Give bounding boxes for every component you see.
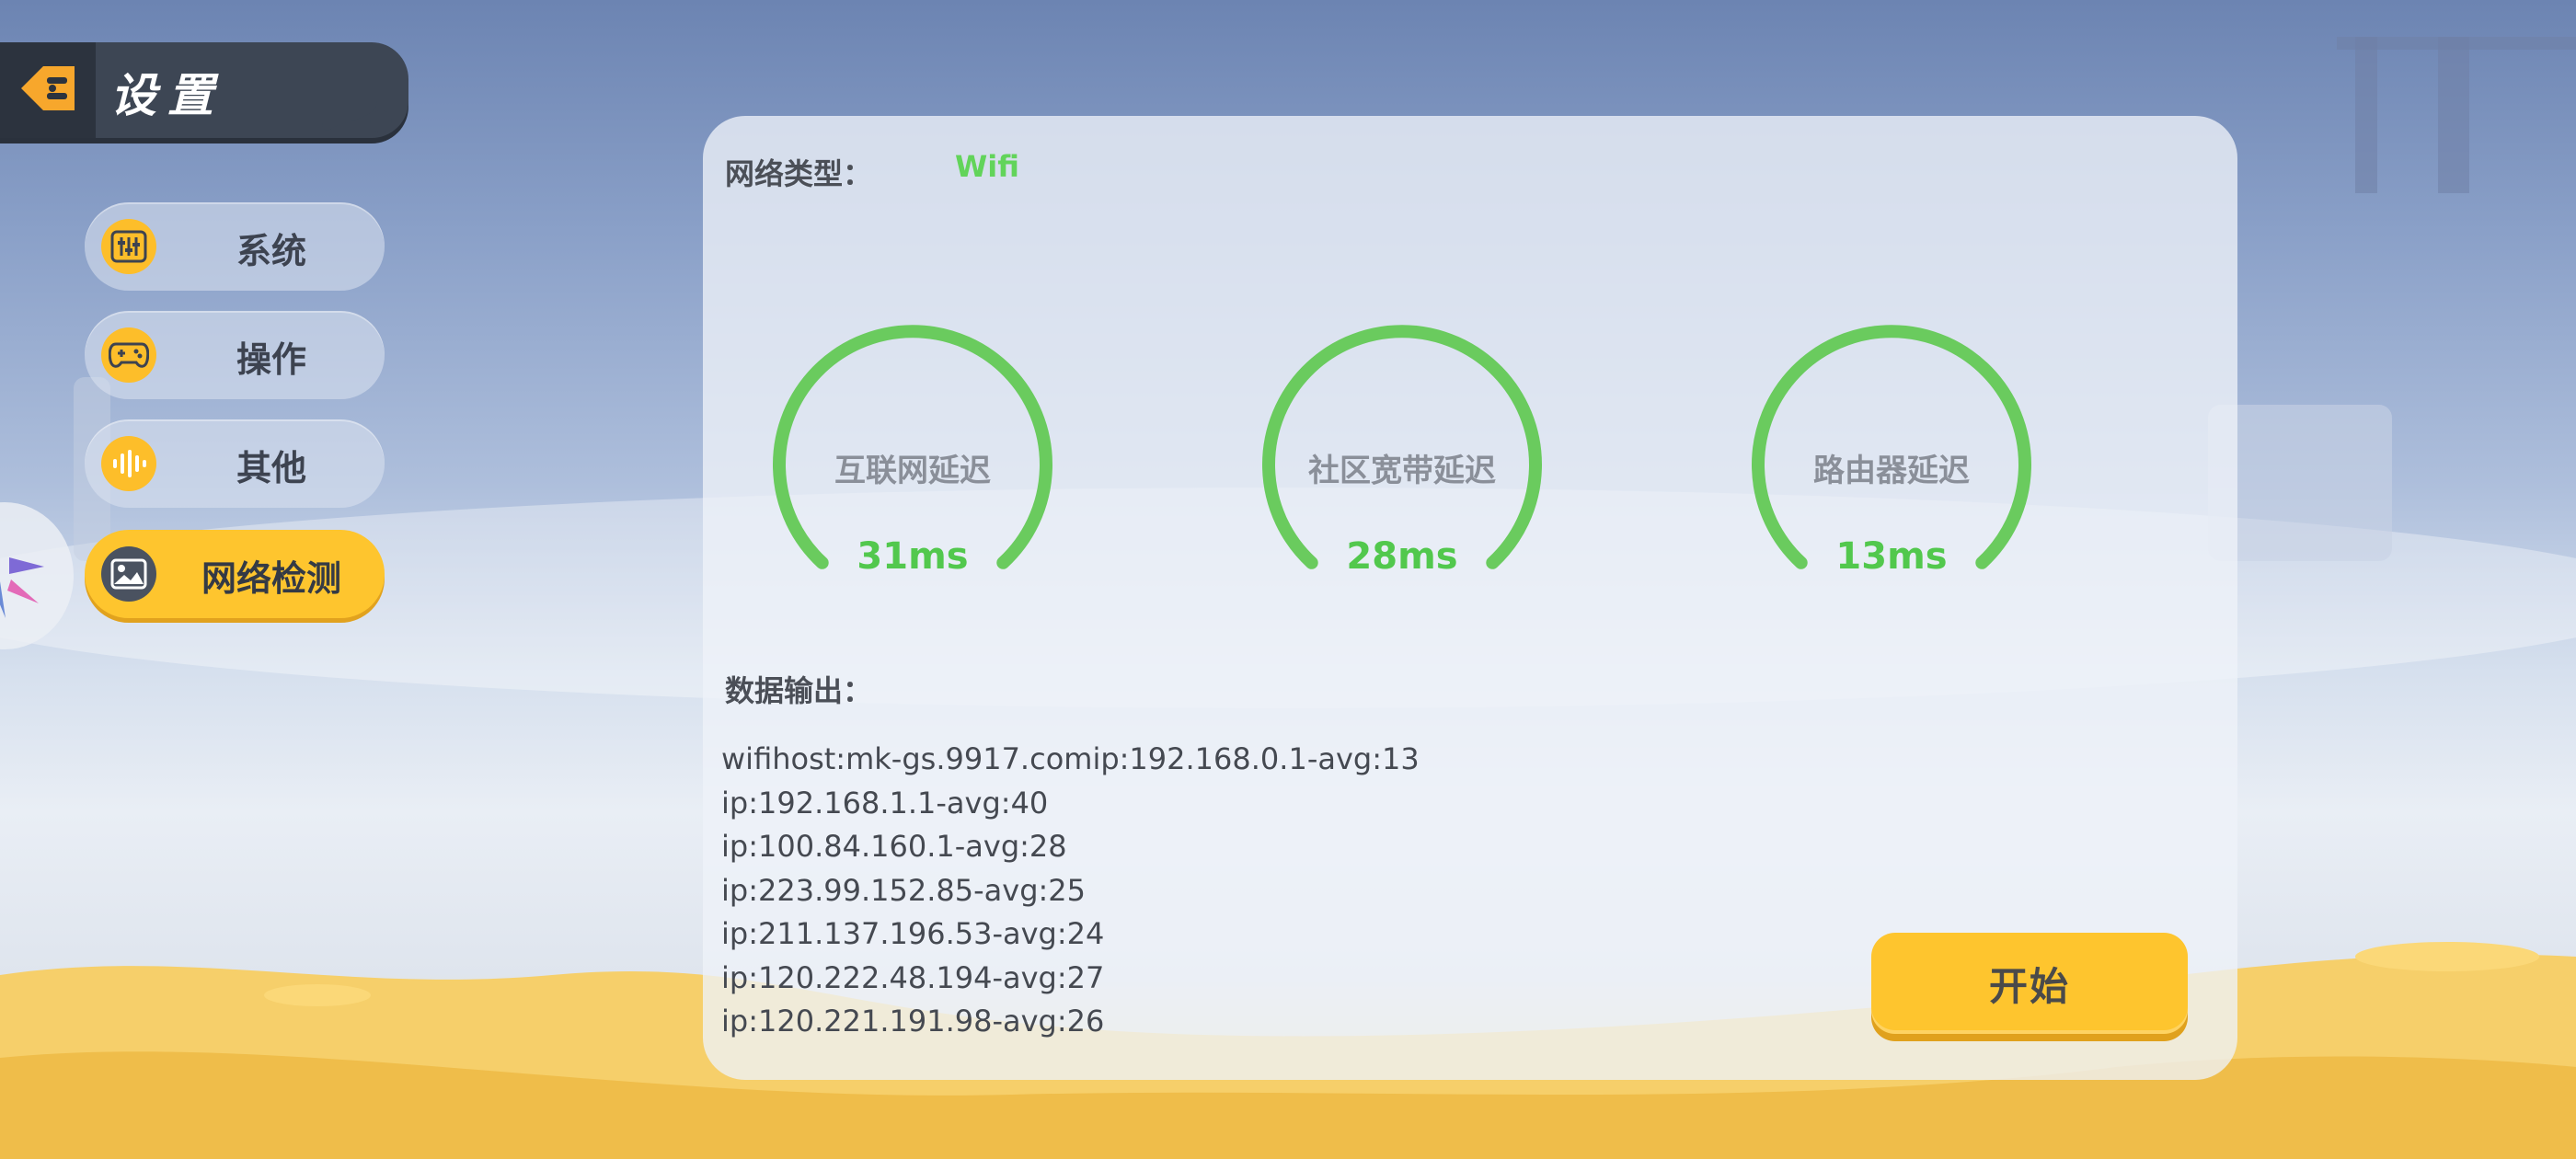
page-title: 设置 — [110, 69, 224, 122]
gauge-router-latency: 路由器延迟 13ms — [1744, 318, 2039, 594]
sidebar-item-label: 网络检测 — [201, 558, 341, 599]
network-panel: 网络类型： Wifi 互联网延迟 31ms 社区宽带延迟 28ms 路由器延迟 … — [703, 116, 2237, 1080]
gauge-label: 路由器延迟 — [1813, 453, 1970, 489]
output-line: ip:211.137.196.53-avg:24 — [721, 916, 1105, 951]
output-label: 数据输出： — [725, 673, 873, 708]
output-line: ip:192.168.1.1-avg:40 — [721, 785, 1049, 820]
header-bar: 设置 — [0, 42, 408, 138]
start-button-label: 开始 — [1988, 963, 2070, 1009]
output-line: ip:120.221.191.98-avg:26 — [721, 1004, 1105, 1039]
header-drip-decoration — [322, 101, 392, 132]
image-icon — [101, 546, 156, 602]
gauge-internet-latency: 互联网延迟 31ms — [765, 318, 1060, 594]
output-line: ip:120.222.48.194-avg:27 — [721, 959, 1105, 995]
sidebar-item-other[interactable]: 其他 — [85, 419, 385, 508]
network-type-label: 网络类型： — [725, 156, 873, 191]
output-line: wifihost:mk-gs.9917.comip:192.168.0.1-av… — [721, 741, 1420, 776]
sound-wave-icon — [101, 436, 156, 491]
network-type-value: Wifi — [955, 149, 1019, 184]
back-button[interactable] — [0, 42, 96, 138]
output-line: ip:223.99.152.85-avg:25 — [721, 872, 1086, 908]
gauge-value: 31ms — [857, 535, 969, 578]
sidebar-item-label: 系统 — [236, 231, 306, 271]
gauge-label: 互联网延迟 — [834, 453, 991, 489]
gauge-label: 社区宽带延迟 — [1308, 453, 1496, 489]
gauge-value: 28ms — [1346, 535, 1458, 578]
start-button[interactable]: 开始 — [1871, 933, 2188, 1034]
sidebar-item-network[interactable]: 网络检测 — [85, 530, 385, 618]
back-arrow-icon — [17, 63, 78, 118]
gauge-value: 13ms — [1835, 535, 1948, 578]
gauge-community-latency: 社区宽带延迟 28ms — [1255, 318, 1549, 594]
output-log: wifihost:mk-gs.9917.comip:192.168.0.1-av… — [721, 738, 1420, 1044]
sidebar-item-system[interactable]: 系统 — [85, 202, 385, 291]
sidebar-item-controls[interactable]: 操作 — [85, 311, 385, 399]
sidebar-item-label: 操作 — [236, 339, 306, 380]
output-line: ip:100.84.160.1-avg:28 — [721, 829, 1067, 864]
gamepad-icon — [101, 327, 156, 383]
side-decoration — [0, 502, 74, 649]
sidebar-item-label: 其他 — [236, 448, 306, 488]
sliders-icon — [101, 219, 156, 274]
